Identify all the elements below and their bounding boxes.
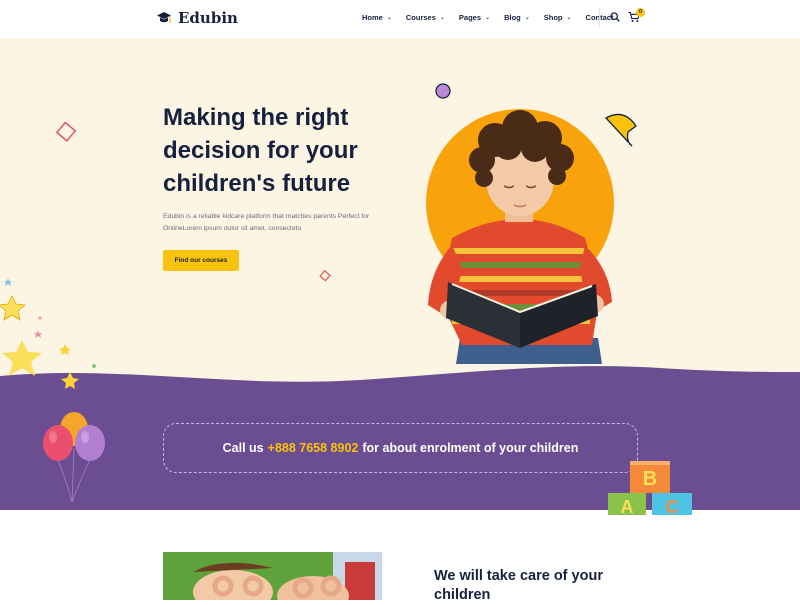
block-letter-c: C (666, 497, 679, 515)
call-us-suffix: for about enrolment of your children (362, 441, 579, 455)
block-letter-b: B (643, 468, 657, 490)
care-section (0, 510, 800, 600)
block-letter-a: A (621, 497, 634, 515)
hero-description: Edubin is a reliable kidcare platform th… (163, 213, 370, 232)
phone-link[interactable]: +888 7658 8902 (268, 441, 359, 455)
star-shape (59, 344, 71, 355)
ball-shape (435, 83, 451, 99)
diamond-shape (319, 269, 331, 282)
star-shape (2, 340, 42, 376)
abc-blocks-image: B A C (608, 461, 692, 515)
hero-title: Making the right decision for your child… (163, 104, 358, 197)
call-us-banner: Call us +888 7658 8902 for about enrolme… (163, 423, 638, 473)
star-shape (0, 295, 26, 321)
star-shape (4, 278, 12, 286)
half-circle-shape (604, 113, 637, 147)
call-us-prefix: Call us (222, 441, 264, 455)
kids-playing-image (163, 552, 382, 600)
star-shape (34, 330, 42, 338)
care-section-title: We will take care of your children (434, 568, 603, 603)
find-courses-button[interactable]: Find our courses (163, 250, 239, 271)
diamond-shape (55, 121, 77, 142)
